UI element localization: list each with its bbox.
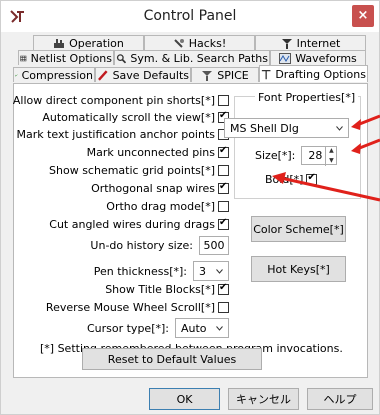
spin-down-icon[interactable]: ▼: [326, 156, 336, 166]
option-label: Show schematic grid points[*]: [49, 164, 215, 177]
color-scheme-button[interactable]: Color Scheme[*]: [251, 216, 346, 242]
undo-history-input[interactable]: 500: [199, 236, 229, 255]
drafting-options-panel: Allow direct component pin shorts[*] Aut…: [13, 83, 368, 378]
control-panel-window: Control Panel × Operation Hacks! Interne…: [0, 0, 380, 415]
tab-search-paths[interactable]: Sym. & Lib. Search Paths: [114, 50, 270, 65]
tab-hacks[interactable]: Hacks!: [144, 35, 255, 50]
font-size-row: Size[*]: 28 ▲ ▼: [255, 145, 338, 166]
waveforms-icon: [279, 52, 292, 64]
mark-unconnected-checkbox[interactable]: [218, 145, 229, 158]
option-allow-shorts[interactable]: Allow direct component pin shorts[*]: [13, 94, 229, 107]
option-label: Reverse Mouse Wheel Scroll[*]: [45, 301, 215, 314]
ok-button[interactable]: OK: [149, 388, 220, 410]
pen-thickness-select[interactable]: 3: [193, 261, 229, 281]
tab-label: Internet: [296, 36, 341, 50]
hacks-icon: [173, 38, 184, 48]
operation-icon: [54, 38, 65, 48]
pencil-icon: [98, 69, 108, 81]
reset-defaults-button[interactable]: Reset to Default Values: [82, 348, 262, 370]
group-title: Font Properties[*]: [255, 91, 359, 104]
pen-thickness-value: 3: [199, 264, 206, 278]
netlist-icon: [20, 55, 27, 61]
cancel-button[interactable]: キャンセル: [228, 388, 299, 410]
tab-label: Netlist Options: [30, 51, 112, 65]
allow-shorts-checkbox[interactable]: [218, 95, 229, 106]
option-auto-scroll[interactable]: Automatically scroll the view[*]: [42, 110, 229, 124]
option-label: Pen thickness[*]:: [93, 264, 187, 278]
internet-icon: [281, 38, 292, 49]
chevron-down-icon: [216, 325, 223, 331]
option-label: Mark text justification anchor points: [16, 128, 215, 141]
option-ortho-drag[interactable]: Ortho drag mode[*]: [106, 200, 229, 213]
ortho-drag-checkbox[interactable]: [218, 201, 229, 212]
cursor-type-value: Auto: [181, 321, 207, 335]
option-label: Automatically scroll the view[*]: [42, 111, 215, 124]
tab-operation[interactable]: Operation: [33, 35, 144, 50]
tab-label: Compression: [21, 68, 93, 82]
spin-up-icon[interactable]: ▲: [326, 146, 336, 156]
option-undo-history: Un-do history size: 500: [90, 236, 229, 255]
hot-keys-button[interactable]: Hot Keys[*]: [251, 256, 346, 282]
option-label: Ortho drag mode[*]: [106, 200, 215, 213]
option-mark-unconnected[interactable]: Mark unconnected pins: [86, 145, 229, 159]
tab-netlist-options[interactable]: Netlist Options: [18, 50, 114, 65]
font-value: MS Shell Dlg: [230, 121, 299, 135]
spinner-buttons[interactable]: ▲ ▼: [325, 145, 336, 166]
cut-angled-checkbox[interactable]: [218, 217, 229, 230]
option-label: Allow direct component pin shorts[*]: [12, 94, 215, 107]
tab-label: Sym. & Lib. Search Paths: [130, 51, 268, 65]
option-label: Orthogonal snap wires: [91, 182, 215, 195]
option-cursor-type: Cursor type[*]: Auto: [87, 318, 229, 338]
option-label: Un-do history size:: [90, 239, 193, 252]
font-select[interactable]: MS Shell Dlg: [224, 118, 349, 138]
option-label: Show Title Blocks[*]: [105, 283, 215, 296]
window-title: Control Panel: [143, 8, 237, 24]
option-show-title[interactable]: Show Title Blocks[*]: [105, 282, 229, 296]
cursor-type-select[interactable]: Auto: [175, 318, 229, 338]
tab-label: SPICE: [217, 68, 249, 82]
show-grid-checkbox[interactable]: [218, 165, 229, 176]
option-reverse-scroll[interactable]: Reverse Mouse Wheel Scroll[*]: [46, 301, 229, 314]
show-title-checkbox[interactable]: [218, 282, 229, 295]
drafting-icon: [261, 69, 271, 79]
font-size-spinner[interactable]: 28 ▲ ▼: [301, 145, 338, 166]
option-cut-angled[interactable]: Cut angled wires during drags: [49, 217, 229, 231]
tab-spice[interactable]: SPICE: [191, 67, 259, 82]
ortho-snap-checkbox[interactable]: [218, 181, 229, 194]
chevron-down-icon: [216, 268, 223, 274]
tab-compression[interactable]: Compression: [13, 67, 95, 82]
help-button[interactable]: ヘルプ: [307, 388, 373, 410]
tab-waveforms[interactable]: Waveforms: [270, 50, 366, 65]
close-button[interactable]: ×: [352, 5, 374, 27]
tab-internet[interactable]: Internet: [255, 35, 366, 50]
search-icon: [116, 53, 127, 63]
tab-label: Waveforms: [295, 51, 357, 65]
option-pen-thickness: Pen thickness[*]: 3: [94, 261, 229, 281]
title-bar: Control Panel ×: [1, 1, 379, 32]
size-label: Size[*]:: [255, 149, 296, 162]
option-label: Mark unconnected pins: [86, 146, 215, 159]
tab-label: Operation: [69, 36, 124, 50]
compression-icon: [15, 73, 18, 77]
option-label: Cut angled wires during drags: [49, 218, 215, 231]
chevron-down-icon: [336, 125, 343, 131]
option-label: Cursor type[*]:: [86, 321, 169, 335]
spice-icon: [202, 70, 213, 81]
option-ortho-snap[interactable]: Orthogonal snap wires: [91, 181, 229, 195]
font-size-value: 28: [308, 149, 323, 162]
tab-label: Drafting Options: [275, 67, 366, 81]
option-mark-anchor[interactable]: Mark text justification anchor points: [16, 128, 229, 141]
tab-drafting-options[interactable]: Drafting Options: [259, 65, 368, 82]
reverse-scroll-checkbox[interactable]: [218, 302, 229, 313]
tab-label: Save Defaults: [112, 68, 189, 82]
tab-label: Hacks!: [188, 36, 227, 50]
tab-save-defaults[interactable]: Save Defaults: [95, 67, 191, 82]
option-show-grid[interactable]: Show schematic grid points[*]: [49, 164, 229, 177]
annotation-arrow-bold: [272, 172, 380, 202]
